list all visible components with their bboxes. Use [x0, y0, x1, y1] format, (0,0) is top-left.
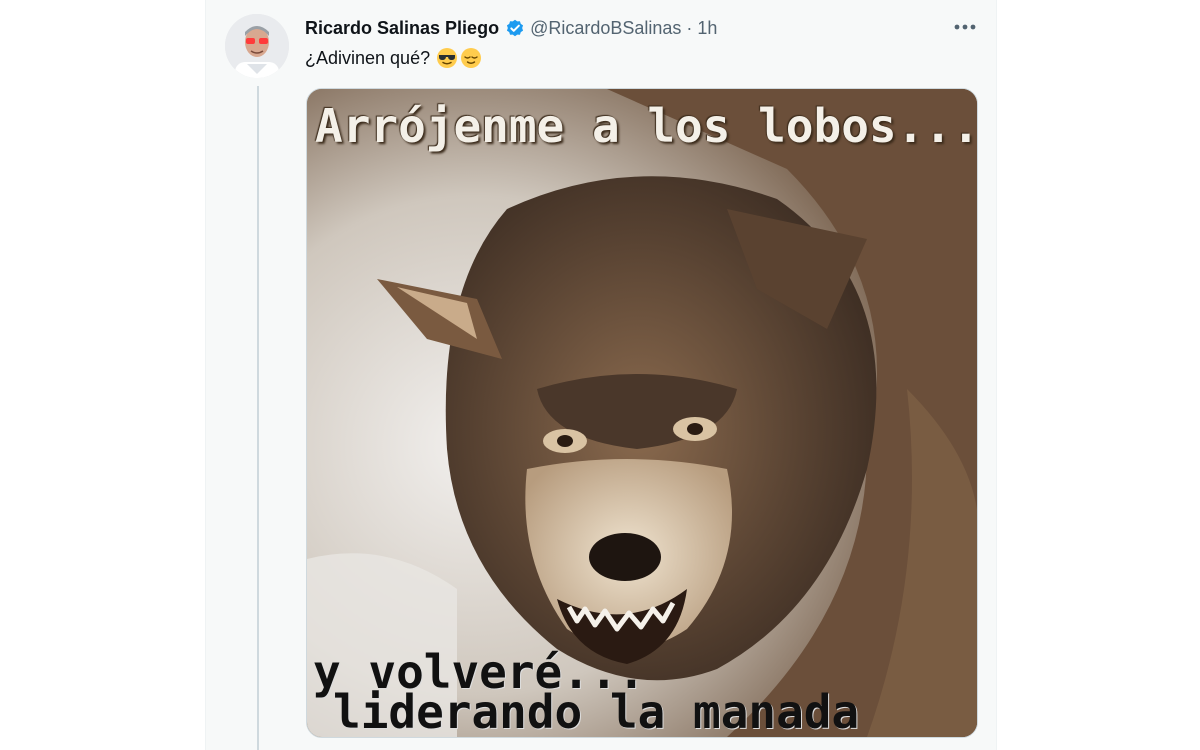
tweet-header: Ricardo Salinas Pliego @RicardoBSalinas …	[305, 16, 717, 40]
meme-caption-top: Arrójenme a los lobos...	[315, 99, 978, 153]
ellipsis-icon	[954, 24, 976, 30]
thread-line	[257, 86, 259, 750]
verified-badge-icon	[504, 17, 526, 39]
sunglasses-emoji-icon	[436, 47, 458, 69]
relieved-face-emoji-icon	[460, 47, 482, 69]
tweet-media-image[interactable]: Arrójenme a los lobos... y volveré... li…	[306, 88, 978, 738]
more-options-button[interactable]	[948, 14, 982, 40]
handle[interactable]: @RicardoBSalinas	[530, 18, 681, 39]
separator-dot: ·	[686, 17, 693, 38]
display-name[interactable]: Ricardo Salinas Pliego	[305, 18, 499, 39]
meme-caption-bottom-line2: liderando la manada	[333, 685, 860, 738]
timestamp[interactable]: 1h	[697, 18, 717, 39]
wolf-photo-icon	[307, 89, 977, 737]
avatar[interactable]	[225, 14, 289, 78]
tweet-text: ¿Adivinen qué?	[305, 44, 482, 72]
tweet-text-content: ¿Adivinen qué?	[305, 47, 431, 68]
